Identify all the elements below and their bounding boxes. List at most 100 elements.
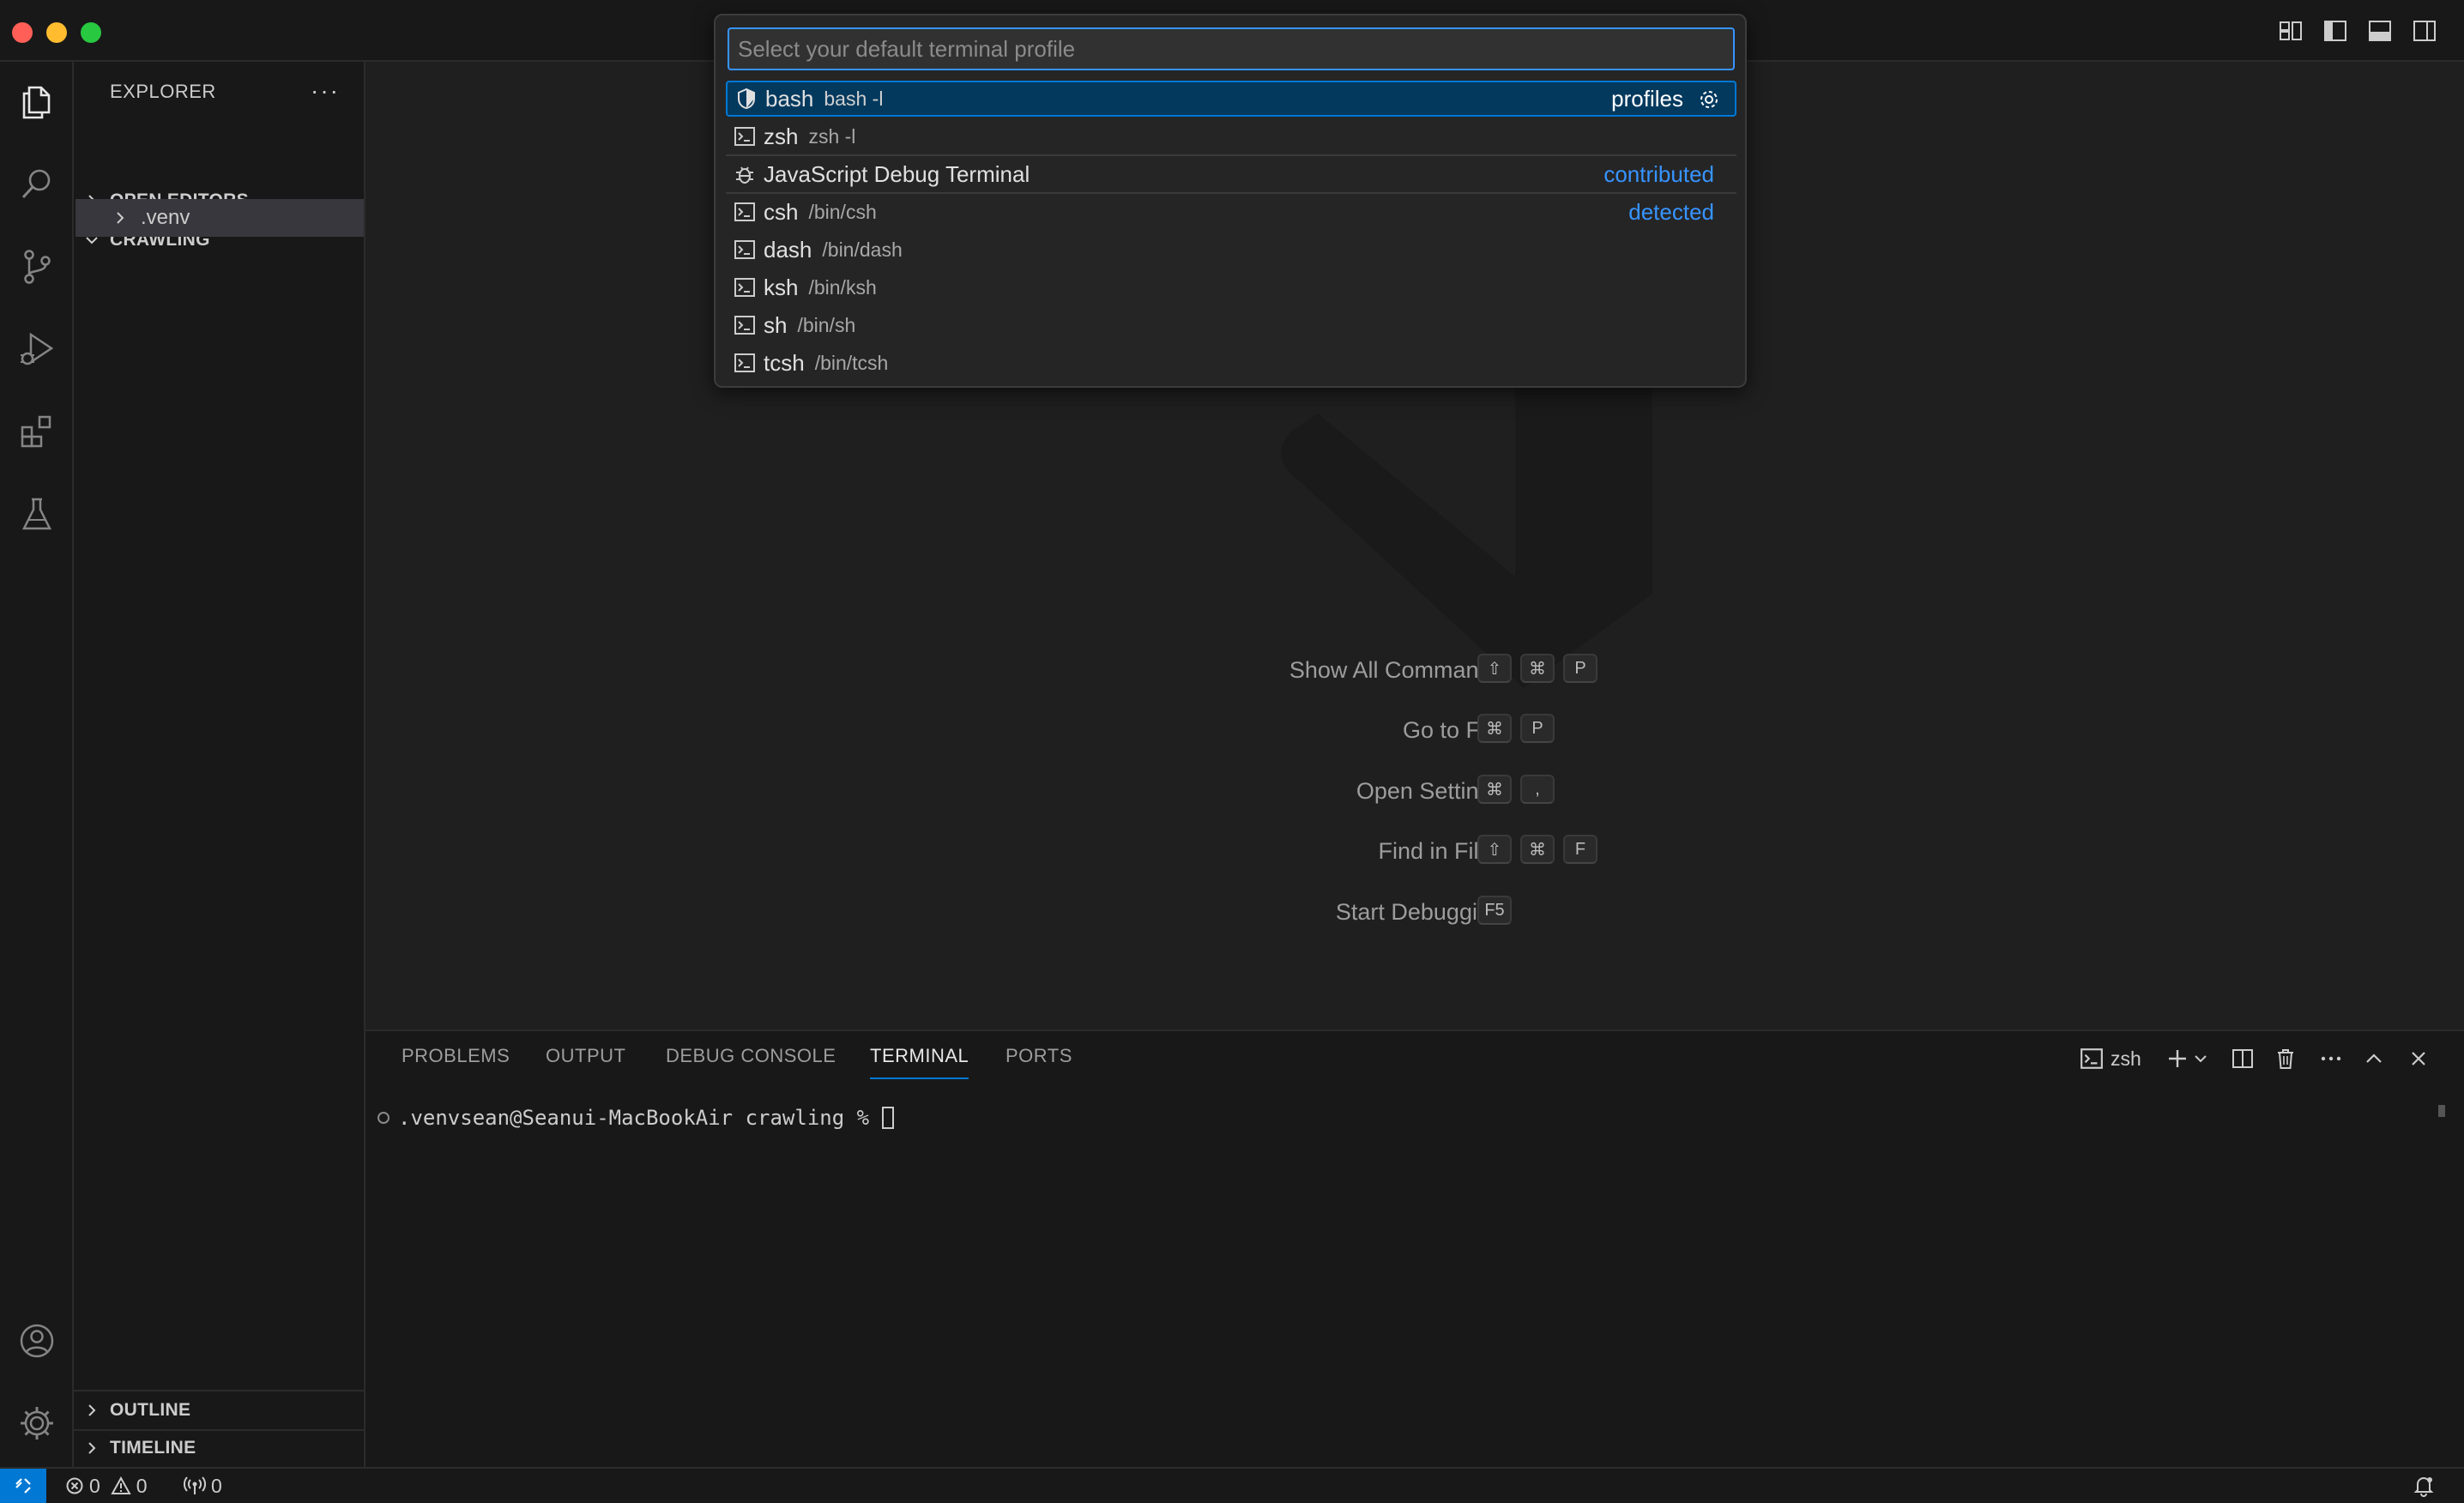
tab-ports[interactable]: PORTS (1006, 1045, 1072, 1067)
split-terminal-button[interactable] (2231, 1045, 2255, 1072)
item-label: dash (764, 236, 812, 263)
customize-layout-icon[interactable] (2277, 17, 2304, 45)
new-terminal-button[interactable] (2165, 1045, 2189, 1072)
remote-indicator[interactable] (0, 1469, 46, 1503)
key-cap: , (1520, 775, 1555, 804)
terminal-cursor (881, 1107, 894, 1129)
status-bar: 0 0 0 (0, 1467, 2464, 1503)
quick-pick-item-dash[interactable]: dash /bin/dash (726, 232, 1736, 268)
split-icon (2232, 1049, 2253, 1068)
error-icon (66, 1477, 83, 1494)
warning-count: 0 (136, 1474, 148, 1497)
item-description: zsh -l (808, 124, 856, 148)
outline-section-header[interactable]: OUTLINE (74, 1391, 364, 1429)
item-description: /bin/tcsh (814, 351, 889, 374)
manage-gear-icon[interactable] (14, 1400, 60, 1446)
item-right-label: detected (1628, 198, 1714, 225)
hint-open-settings: Open Settings ⌘ , (365, 775, 2464, 809)
explorer-icon[interactable] (14, 79, 60, 125)
tab-terminal[interactable]: TERMINAL (870, 1045, 969, 1079)
tab-output[interactable]: OUTPUT (546, 1045, 625, 1067)
chevron-right-icon (103, 210, 137, 226)
kill-terminal-button[interactable] (2274, 1045, 2298, 1072)
toggle-secondary-sidebar-icon[interactable] (2411, 17, 2438, 45)
terminal-scrollbar[interactable] (2438, 1105, 2445, 1117)
launch-profile-dropdown[interactable] (2193, 1045, 2208, 1072)
key-cap: P (1563, 654, 1597, 683)
maximize-window-button[interactable] (81, 22, 101, 43)
more-actions-button[interactable] (2318, 1045, 2344, 1072)
terminal-icon (726, 276, 764, 299)
quick-pick-item-csh[interactable]: csh /bin/csh detected (726, 194, 1736, 230)
item-description: /bin/csh (808, 200, 877, 223)
warning-icon (111, 1476, 131, 1494)
key-cap: ⌘ (1477, 775, 1512, 804)
terminal-prompt: .venvsean@Seanui-MacBookAir crawling % (398, 1106, 882, 1130)
toggle-panel-icon[interactable] (2366, 17, 2394, 45)
quick-pick-item-ksh[interactable]: ksh /bin/ksh (726, 269, 1736, 305)
configure-gear-icon[interactable] (1697, 88, 1721, 112)
hint-label: Show All Commands (1289, 657, 1503, 683)
terminal-icon (726, 125, 764, 148)
debug-icon (726, 162, 764, 186)
hint-start-debugging: Start Debugging F5 (365, 896, 2464, 930)
terminal-icon (726, 238, 764, 261)
toggle-primary-sidebar-icon[interactable] (2322, 17, 2349, 45)
outline-label: OUTLINE (110, 1400, 191, 1420)
ports-count: 0 (211, 1474, 222, 1497)
terminal-icon (726, 314, 764, 336)
maximize-panel-button[interactable] (2363, 1045, 2385, 1072)
error-count: 0 (89, 1474, 100, 1497)
item-right-label: contributed (1603, 160, 1714, 187)
problems-indicator[interactable]: 0 0 (65, 1469, 148, 1503)
close-window-button[interactable] (12, 22, 33, 43)
plus-icon (2169, 1050, 2186, 1067)
item-label: csh (764, 198, 799, 225)
item-description: bash -l (824, 87, 884, 110)
venv-label: .venv (141, 206, 190, 229)
item-right-label: profiles (1611, 85, 1683, 112)
search-icon[interactable] (14, 161, 60, 208)
notifications-button[interactable] (2413, 1469, 2435, 1503)
quick-pick-input[interactable] (728, 27, 1735, 70)
timeline-section-header[interactable]: TIMELINE (74, 1429, 364, 1467)
quick-pick-item-js-debug-terminal[interactable]: JavaScript Debug Terminal contributed (726, 156, 1736, 192)
terminal-instance-selector[interactable]: zsh (2080, 1045, 2141, 1072)
extensions-icon[interactable] (14, 408, 60, 455)
remote-icon (15, 1478, 31, 1494)
forwarded-ports-indicator[interactable]: 0 (184, 1469, 222, 1503)
item-label: sh (764, 311, 788, 338)
command-decoration-icon (377, 1112, 390, 1124)
keybinding: F5 (1477, 896, 1512, 925)
accounts-icon[interactable] (14, 1318, 60, 1364)
terminal-output[interactable]: .venvsean@Seanui-MacBookAir crawling % (377, 1105, 2419, 1448)
hint-find-in-files: Find in Files ⇧ ⌘ F (365, 835, 2464, 869)
tab-problems[interactable]: PROBLEMS (402, 1045, 510, 1067)
activity-bar (0, 62, 74, 1467)
terminal-profile-quick-pick: bash bash -l profiles zsh zsh -l JavaScr… (714, 14, 1747, 388)
key-cap: ⌘ (1520, 654, 1555, 683)
quick-pick-item-zsh[interactable]: zsh zsh -l (726, 118, 1736, 154)
item-label: zsh (764, 123, 799, 149)
chevron-right-icon (74, 1440, 110, 1456)
more-actions-button[interactable]: ··· (311, 77, 340, 105)
hint-go-to-file: Go to File ⌘ P (365, 714, 2464, 748)
terminal-icon (2081, 1048, 2103, 1069)
item-description: /bin/sh (797, 313, 856, 336)
testing-icon[interactable] (14, 491, 60, 537)
source-control-icon[interactable] (14, 244, 60, 290)
keybinding: ⇧ ⌘ P (1477, 654, 1597, 683)
quick-pick-item-sh[interactable]: sh /bin/sh (726, 307, 1736, 343)
venv-folder-item[interactable]: .venv (75, 199, 364, 237)
tab-debug-console[interactable]: DEBUG CONSOLE (666, 1045, 836, 1067)
key-cap: ⇧ (1477, 835, 1512, 864)
chevron-up-icon (2366, 1053, 2382, 1063)
terminal-icon (726, 352, 764, 374)
timeline-label: TIMELINE (110, 1438, 196, 1458)
quick-pick-item-bash[interactable]: bash bash -l profiles (726, 81, 1736, 117)
run-and-debug-icon[interactable] (14, 326, 60, 372)
minimize-window-button[interactable] (46, 22, 67, 43)
ellipsis-icon (2321, 1056, 2341, 1061)
close-panel-button[interactable] (2407, 1045, 2430, 1072)
quick-pick-item-tcsh[interactable]: tcsh /bin/tcsh (726, 345, 1736, 381)
